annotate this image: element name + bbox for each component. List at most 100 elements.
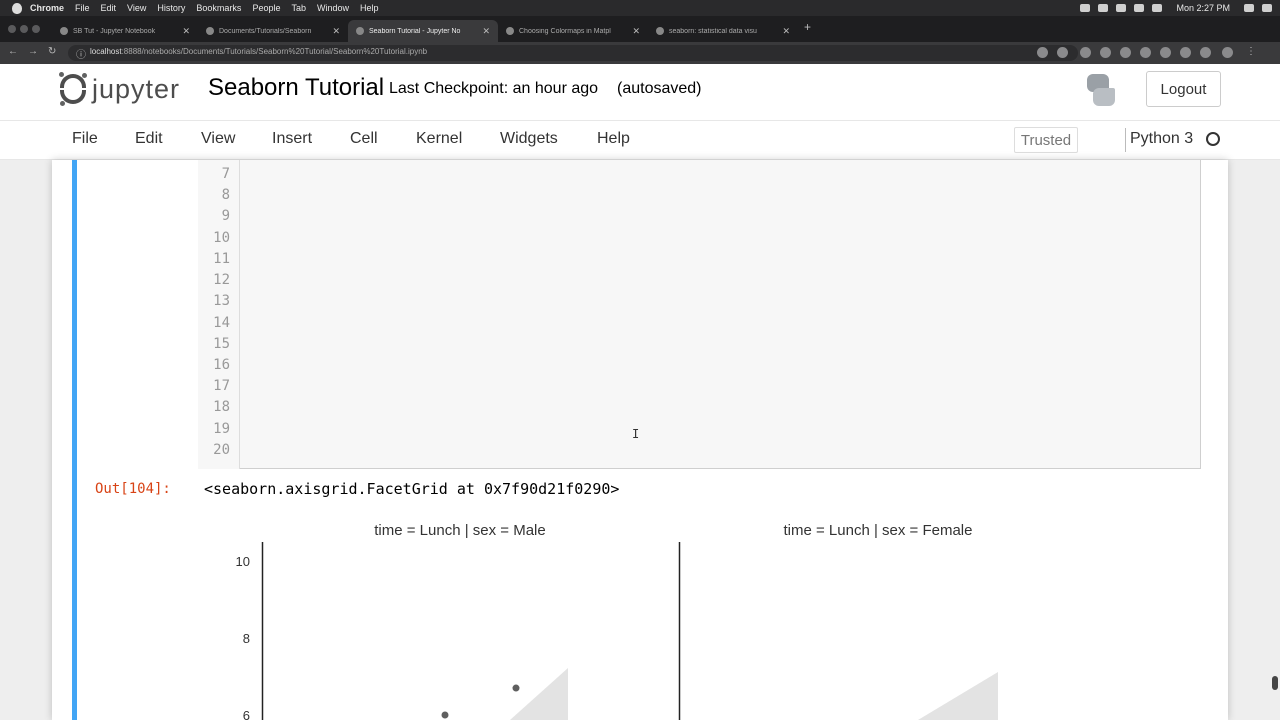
status-icon[interactable]	[1080, 4, 1091, 12]
autosave-status: (autosaved)	[617, 80, 702, 97]
mac-menu-edit[interactable]: Edit	[101, 3, 117, 13]
close-tab-icon[interactable]: ✕	[182, 26, 190, 37]
y-tick-label: 6	[243, 708, 250, 720]
info-icon[interactable]: ⓘ	[76, 46, 86, 61]
menu-insert[interactable]: Insert	[272, 130, 312, 148]
menu-edit[interactable]: Edit	[135, 130, 163, 148]
line-number: 18	[213, 399, 230, 415]
output-prompt: Out[104]:	[95, 481, 171, 497]
close-tab-icon[interactable]: ✕	[632, 26, 640, 37]
facet-title-lunch-female: time = Lunch | sex = Female	[784, 522, 973, 539]
jupyter-logo-icon[interactable]	[58, 72, 88, 106]
browser-tab[interactable]: Choosing Colormaps in Matpl ✕	[498, 20, 648, 42]
mac-menu-tab[interactable]: Tab	[291, 3, 306, 13]
trusted-indicator[interactable]: Trusted	[1014, 127, 1078, 153]
close-tab-icon[interactable]: ✕	[482, 26, 490, 37]
mac-menu-help[interactable]: Help	[360, 3, 379, 13]
kernel-name[interactable]: Python 3	[1130, 130, 1193, 148]
maximize-window-icon[interactable]	[32, 25, 40, 33]
mac-menu-window[interactable]: Window	[317, 3, 349, 13]
new-tab-icon[interactable]: +	[804, 20, 811, 34]
star-icon[interactable]	[1057, 47, 1068, 58]
regression-band	[918, 672, 998, 720]
browser-tab[interactable]: Documents/Tutorials/Seaborn ✕	[198, 20, 348, 42]
close-tab-icon[interactable]: ✕	[332, 26, 340, 37]
apple-icon[interactable]	[12, 2, 22, 14]
line-number: 14	[213, 315, 230, 331]
extension-icon[interactable]	[1140, 47, 1151, 58]
mac-menu-view[interactable]: View	[127, 3, 146, 13]
browser-tab[interactable]: seaborn: statistical data visu ✕	[648, 20, 798, 42]
search-icon[interactable]	[1244, 4, 1254, 12]
wifi-icon[interactable]	[1152, 4, 1163, 12]
minimize-window-icon[interactable]	[20, 25, 28, 33]
menu-file[interactable]: File	[72, 130, 98, 148]
scatter-point	[512, 684, 520, 692]
menu-icon[interactable]	[1262, 4, 1272, 12]
facet-title-lunch-male: time = Lunch | sex = Male	[374, 522, 545, 539]
clock[interactable]: Mon 2:27 PM	[1176, 3, 1230, 13]
line-number: 20	[213, 442, 230, 458]
notebook-title[interactable]: Seaborn Tutorial	[208, 74, 384, 102]
extension-icon[interactable]	[1100, 47, 1111, 58]
menu-kernel[interactable]: Kernel	[416, 130, 462, 148]
zoom-icon[interactable]	[1037, 47, 1048, 58]
extension-icon[interactable]	[1080, 47, 1091, 58]
kernel-divider	[1125, 128, 1126, 152]
status-area: Mon 2:27 PM	[1080, 0, 1280, 16]
line-number: 16	[213, 357, 230, 373]
battery-icon[interactable]	[1134, 4, 1145, 12]
menu-cell[interactable]: Cell	[350, 130, 378, 148]
output-text[interactable]: <seaborn.axisgrid.FacetGrid at 0x7f90d21…	[204, 480, 619, 498]
logout-button[interactable]: Logout	[1146, 71, 1221, 107]
code-editor[interactable]	[198, 160, 1201, 469]
mac-menu-people[interactable]: People	[252, 3, 280, 13]
reload-icon[interactable]: ↻	[48, 46, 56, 57]
url-text[interactable]: localhost:8888/notebooks/Documents/Tutor…	[90, 47, 427, 56]
browser-tab-active[interactable]: Seaborn Tutorial - Jupyter No ✕	[348, 20, 498, 42]
extension-icon[interactable]	[1160, 47, 1171, 58]
facet-grid-chart: time = Lunch | sex = Male time = Lunch |…	[236, 522, 998, 720]
extension-icon[interactable]	[1200, 47, 1211, 58]
close-tab-icon[interactable]: ✕	[782, 26, 790, 37]
line-number: 17	[213, 378, 230, 394]
close-window-icon[interactable]	[8, 25, 16, 33]
profile-avatar[interactable]	[1222, 47, 1233, 58]
mac-menu-history[interactable]: History	[157, 3, 185, 13]
back-icon[interactable]: ←	[8, 46, 18, 57]
menu-widgets[interactable]: Widgets	[500, 130, 558, 148]
y-tick-label: 8	[243, 631, 250, 646]
line-number: 8	[221, 187, 230, 203]
scatter-point	[441, 711, 449, 719]
jupyter-favicon-icon	[60, 27, 68, 35]
line-number: 11	[213, 251, 230, 267]
selected-cell-marker	[72, 160, 77, 720]
extension-icon[interactable]	[1120, 47, 1131, 58]
extension-icon[interactable]	[1180, 47, 1191, 58]
mac-menu-bookmarks[interactable]: Bookmarks	[196, 3, 241, 13]
menu-help[interactable]: Help	[597, 130, 630, 148]
line-number: 15	[213, 336, 230, 352]
jupyter-favicon-icon	[356, 27, 364, 35]
forward-icon[interactable]: →	[28, 46, 38, 57]
y-tick-label: 10	[236, 554, 250, 569]
browser-tab[interactable]: SB Tut - Jupyter Notebook ✕	[52, 20, 198, 42]
jupyter-brand[interactable]: jupyter	[92, 74, 180, 105]
regression-band	[510, 668, 568, 720]
python-logo-icon	[1083, 72, 1119, 108]
menu-view[interactable]: View	[201, 130, 235, 148]
line-number: 13	[213, 293, 230, 309]
kernel-idle-icon	[1206, 132, 1220, 146]
notebook-menu-bar	[0, 120, 1280, 160]
scrollbar-thumb[interactable]	[1272, 676, 1278, 690]
status-icon[interactable]	[1098, 4, 1109, 12]
macos-menu-bar: Chrome File Edit View History Bookmarks …	[0, 0, 1280, 16]
status-icon[interactable]	[1116, 4, 1127, 12]
mac-menu-file[interactable]: File	[75, 3, 90, 13]
more-icon[interactable]: ⋮	[1246, 46, 1256, 57]
line-number: 10	[213, 230, 230, 246]
checkpoint-status: Last Checkpoint: an hour ago	[389, 80, 599, 97]
mac-menu-app[interactable]: Chrome	[30, 3, 64, 13]
globe-icon	[506, 27, 514, 35]
line-number: 12	[213, 272, 230, 288]
